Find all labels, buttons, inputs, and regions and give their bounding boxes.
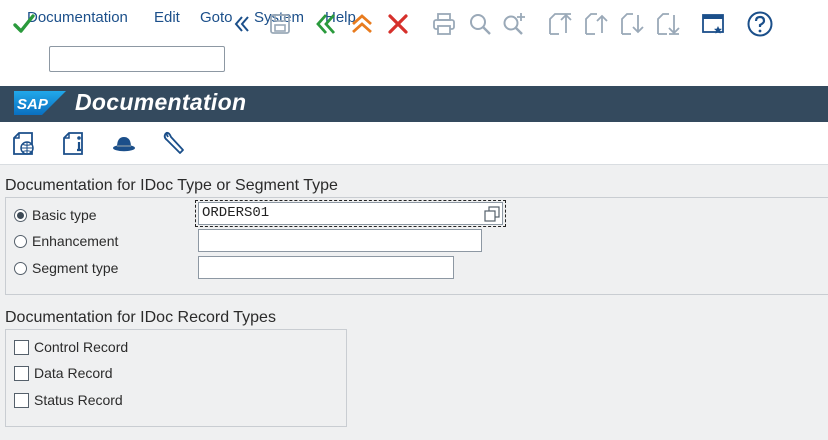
radio-selected-dot (17, 211, 24, 219)
enter-icon[interactable] (8, 8, 40, 40)
command-field[interactable] (49, 46, 225, 72)
hat-icon[interactable] (110, 128, 138, 158)
globe-document-icon[interactable] (10, 128, 38, 158)
radio-segment-type-label: Segment type (32, 260, 119, 276)
back-icon[interactable] (310, 8, 342, 40)
help-icon[interactable] (744, 8, 776, 40)
radio-enhancement-control[interactable] (14, 234, 27, 248)
radio-basic-type-control[interactable] (14, 208, 27, 222)
enhancement-input[interactable] (198, 229, 482, 252)
radio-basic-type-label: Basic type (32, 207, 97, 223)
svg-text:SAP: SAP (17, 96, 49, 113)
last-page-icon[interactable] (652, 8, 684, 40)
record-types-group-title: Documentation for IDoc Record Types (5, 309, 276, 326)
cancel-icon[interactable] (382, 8, 414, 40)
checkbox-control-record-box[interactable] (14, 339, 29, 355)
value-help-icon[interactable] (484, 206, 500, 222)
checkbox-control-record-label: Control Record (34, 339, 129, 355)
next-page-icon[interactable] (616, 8, 648, 40)
save-icon[interactable] (264, 8, 296, 40)
print-icon[interactable] (428, 8, 460, 40)
radio-segment-type-control[interactable] (14, 261, 27, 275)
basic-type-input[interactable]: ORDERS01 (198, 202, 503, 225)
customize-layout-icon[interactable] (697, 8, 729, 40)
radio-basic-type[interactable]: Basic type (14, 205, 97, 225)
radio-enhancement-label: Enhancement (32, 233, 119, 249)
idoc-type-group-title: Documentation for IDoc Type or Segment T… (5, 177, 338, 194)
info-document-icon[interactable] (60, 128, 88, 158)
checkbox-data-record-box[interactable] (14, 365, 29, 381)
segment-type-input[interactable] (198, 256, 454, 279)
sap-logo: SAP (14, 91, 66, 115)
menu-documentation[interactable]: Documentation (27, 9, 128, 26)
previous-page-icon[interactable] (580, 8, 612, 40)
expand-icon[interactable] (226, 8, 258, 40)
wrench-icon[interactable] (160, 128, 188, 158)
page-title: Documentation (75, 89, 247, 115)
exit-icon[interactable] (346, 8, 378, 40)
checkbox-status-record-box[interactable] (14, 392, 29, 408)
checkbox-status-record-label: Status Record (34, 392, 123, 408)
checkbox-data-record[interactable]: Data Record (14, 363, 113, 383)
radio-segment-type[interactable]: Segment type (14, 258, 118, 278)
checkbox-control-record[interactable]: Control Record (14, 337, 128, 357)
first-page-icon[interactable] (544, 8, 576, 40)
find-next-icon[interactable] (498, 8, 530, 40)
checkbox-data-record-label: Data Record (34, 365, 113, 381)
radio-enhancement[interactable]: Enhancement (14, 231, 118, 251)
checkbox-status-record[interactable]: Status Record (14, 390, 123, 410)
find-icon[interactable] (464, 8, 496, 40)
menu-edit[interactable]: Edit (154, 9, 180, 26)
